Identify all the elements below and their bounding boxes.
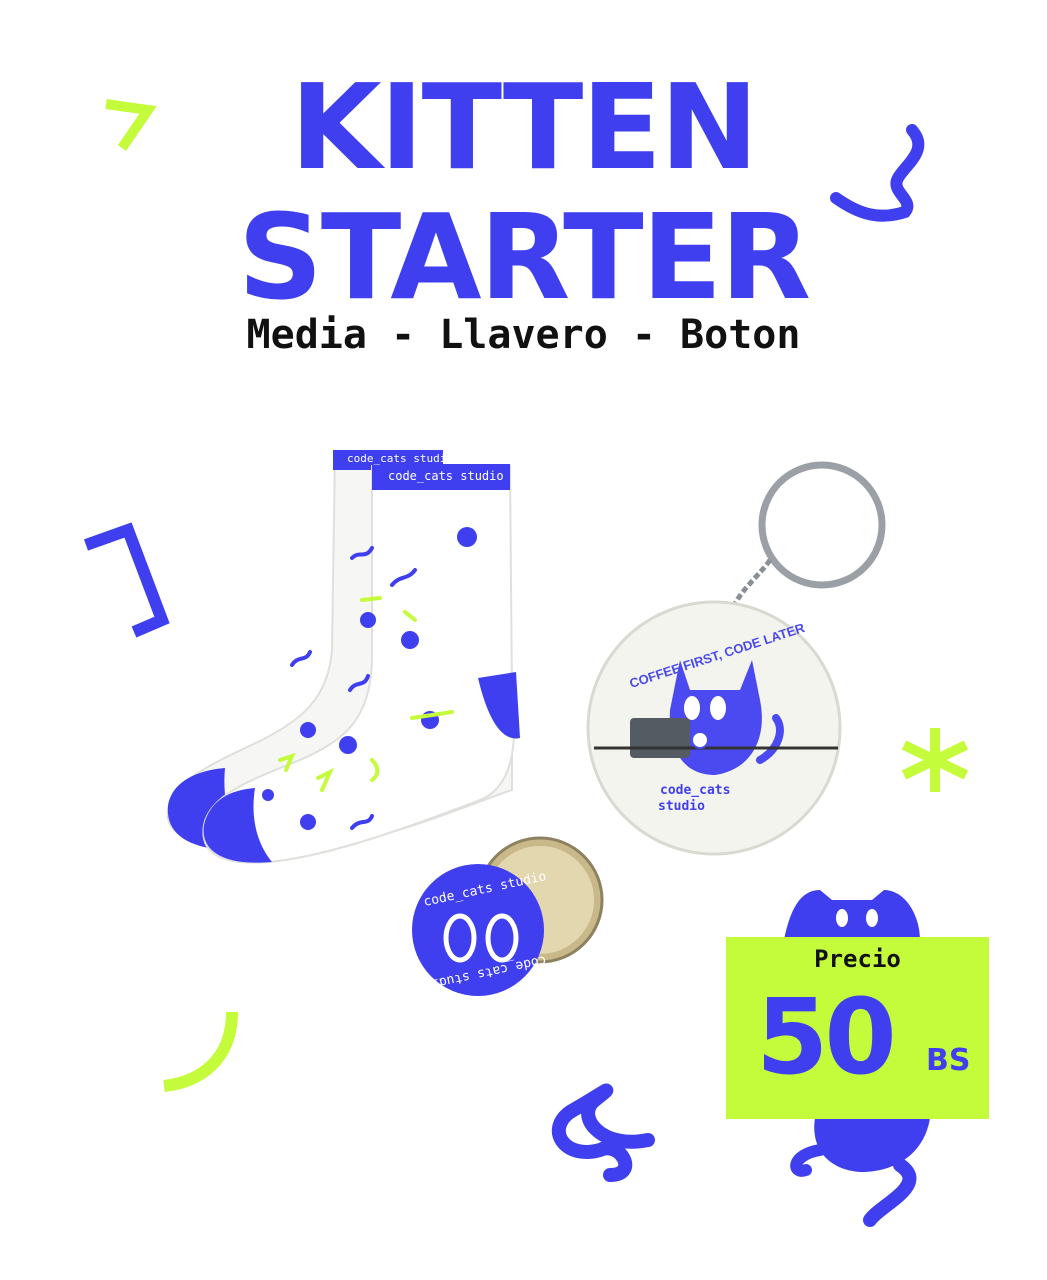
sock-brand-label-back: code_cats studio bbox=[347, 452, 453, 465]
price-currency: BS bbox=[926, 1043, 971, 1078]
title-line-2: STARTER bbox=[237, 188, 811, 326]
price-label: Precio bbox=[814, 945, 901, 973]
title-line-1: KITTEN bbox=[290, 58, 758, 196]
subtitle: Media - Llavero - Boton bbox=[246, 312, 801, 358]
price-amount: 50 bbox=[756, 976, 897, 1098]
sock-brand-label-front: code_cats studio bbox=[388, 469, 504, 483]
ampersand-icon bbox=[551, 1083, 655, 1182]
socks-illustration bbox=[166, 450, 520, 864]
bracket-icon bbox=[83, 522, 170, 638]
price-card: Precio 50 BS bbox=[726, 937, 989, 1119]
asterisk-icon bbox=[901, 728, 969, 792]
keychain-brand-line-1: code_cats bbox=[660, 783, 731, 798]
keychain-illustration bbox=[586, 461, 886, 856]
lime-arc-icon bbox=[163, 1011, 238, 1092]
keychain-brand-line-2: studio bbox=[658, 799, 705, 814]
poster: code_cats studio code_cats studio COFFEE… bbox=[0, 0, 1047, 1280]
